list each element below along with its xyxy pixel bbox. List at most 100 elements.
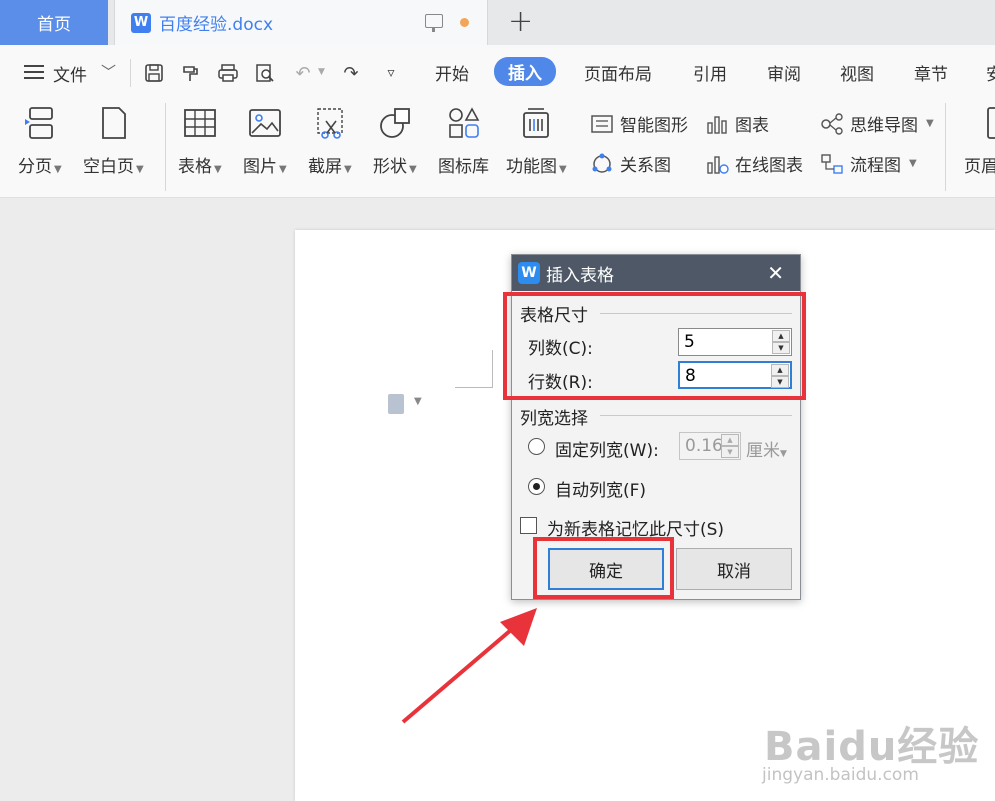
header-tool[interactable]: 页眉: [960, 105, 995, 177]
dialog-titlebar[interactable]: W 插入表格 ✕: [512, 255, 800, 291]
print-preview-icon[interactable]: [254, 62, 276, 84]
divider: [130, 59, 131, 87]
table-label: 表格: [178, 157, 212, 177]
page-break-tool[interactable]: 分页 ▼: [18, 105, 62, 177]
dialog-title: 插入表格: [546, 265, 614, 286]
tab-review[interactable]: 审阅: [767, 60, 801, 85]
customize-toolbar-icon[interactable]: ▿: [380, 62, 402, 84]
fixed-width-radio[interactable]: [528, 438, 545, 455]
monitor-icon[interactable]: [425, 14, 443, 32]
function-chart-label: 功能图: [506, 157, 557, 177]
picture-label: 图片: [243, 157, 277, 177]
relation-chart-tool[interactable]: 关系图: [590, 151, 671, 176]
tab-bar: 首页 W 百度经验.docx +: [0, 0, 995, 45]
redo-icon[interactable]: ↷: [340, 62, 362, 84]
smartart-icon: [591, 114, 613, 133]
barcode-icon: [506, 105, 567, 146]
dropdown-caret-icon: ▼: [559, 164, 567, 175]
blank-page-icon: [83, 105, 144, 146]
new-tab-button[interactable]: +: [508, 4, 533, 39]
close-icon[interactable]: ✕: [767, 261, 784, 285]
dropdown-caret-icon: ▼: [409, 164, 417, 175]
remember-size-checkbox[interactable]: [520, 517, 537, 534]
fixed-width-label: 固定列宽(W):: [555, 441, 659, 461]
dropdown-caret-icon: ▼: [54, 164, 62, 175]
page-break-label: 分页: [18, 157, 52, 177]
save-icon[interactable]: [143, 62, 165, 84]
flowchart-label: 流程图: [850, 156, 901, 176]
margin-corner-mark: [455, 350, 493, 388]
watermark-logo: Baidu经验: [764, 724, 980, 770]
divider: [945, 103, 946, 191]
menu-row: 文件 ﹀ ↶ ▼ ↷ ▿ 开始 插入 页面布局 引用 审阅 视图 章节 安: [0, 45, 995, 100]
unsaved-dot-icon: [460, 18, 469, 27]
online-chart-tool[interactable]: 在线图表: [705, 151, 803, 176]
shape-icon: [373, 105, 417, 146]
dropdown-caret-icon: ▼: [926, 118, 934, 129]
shape-label: 形状: [373, 157, 407, 177]
red-arrow-icon: [401, 608, 537, 724]
chevron-down-icon: ▼: [780, 449, 787, 459]
chart-tool[interactable]: 图表: [705, 111, 769, 136]
tab-home[interactable]: 首页: [0, 0, 108, 45]
undo-dropdown-icon[interactable]: ▼: [318, 67, 325, 77]
undo-icon[interactable]: ↶: [292, 62, 314, 84]
blank-page-label: 空白页: [83, 157, 134, 177]
dropdown-caret-icon: ▼: [909, 158, 917, 169]
auto-width-radio[interactable]: [528, 478, 545, 495]
unit-select[interactable]: 厘米▼: [746, 436, 787, 461]
smartart-tool[interactable]: 智能图形: [590, 111, 688, 136]
dropdown-caret-icon: ▼: [344, 164, 352, 175]
relation-chart-label: 关系图: [620, 156, 671, 176]
table-tool[interactable]: 表格 ▼: [178, 105, 222, 177]
paragraph-dropdown-icon[interactable]: ▼: [414, 396, 422, 407]
blank-page-tool[interactable]: 空白页 ▼: [83, 105, 144, 177]
file-menu[interactable]: 文件: [53, 61, 87, 86]
smartart-label: 智能图形: [620, 116, 688, 136]
tab-security[interactable]: 安: [986, 60, 995, 85]
dropdown-caret-icon: ▼: [214, 164, 222, 175]
picture-tool[interactable]: 图片 ▼: [243, 105, 287, 177]
hamburger-menu-icon[interactable]: [24, 65, 44, 79]
mindmap-tool[interactable]: 思维导图 ▼: [820, 111, 934, 136]
cancel-button[interactable]: 取消: [676, 548, 792, 590]
wps-writer-icon: W: [131, 12, 151, 33]
paragraph-icon[interactable]: [388, 394, 404, 414]
online-chart-icon: [707, 155, 729, 174]
relation-chart-icon: [592, 153, 612, 173]
flowchart-tool[interactable]: 流程图 ▼: [820, 151, 917, 176]
ribbon: 文件 ﹀ ↶ ▼ ↷ ▿ 开始 插入 页面布局 引用 审阅 视图 章节 安 分页…: [0, 45, 995, 198]
document-name: 百度经验.docx: [159, 15, 274, 35]
tab-insert[interactable]: 插入: [494, 57, 556, 86]
fixed-width-input[interactable]: [680, 433, 724, 459]
icon-library-icon: [438, 105, 489, 146]
tab-start[interactable]: 开始: [435, 60, 469, 85]
shape-tool[interactable]: 形状 ▼: [373, 105, 417, 177]
wps-writer-icon: W: [518, 262, 540, 284]
tab-references[interactable]: 引用: [693, 60, 727, 85]
chart-label: 图表: [735, 116, 769, 136]
spin-down-icon[interactable]: ▼: [721, 446, 739, 458]
watermark-url: jingyan.baidu.com: [762, 765, 919, 785]
tab-page-layout[interactable]: 页面布局: [584, 60, 652, 85]
divider: [165, 103, 166, 191]
mindmap-label: 思维导图: [850, 116, 918, 136]
function-chart-tool[interactable]: 功能图 ▼: [506, 105, 567, 177]
fixed-width-stepper[interactable]: ▲▼: [679, 432, 741, 460]
page-break-icon: [18, 105, 62, 146]
format-painter-icon[interactable]: [180, 62, 202, 84]
tab-view[interactable]: 视图: [840, 60, 874, 85]
screenshot-tool[interactable]: 截屏 ▼: [308, 105, 352, 177]
column-width-group-label: 列宽选择: [520, 409, 588, 429]
tab-document[interactable]: W 百度经验.docx: [114, 0, 488, 45]
icon-library-tool[interactable]: 图标库: [438, 105, 489, 177]
print-icon[interactable]: [217, 62, 239, 84]
spin-up-icon[interactable]: ▲: [721, 434, 739, 446]
online-chart-label: 在线图表: [735, 156, 803, 176]
group-divider: [600, 415, 792, 416]
screenshot-label: 截屏: [308, 157, 342, 177]
highlight-box-ok-button: [533, 537, 674, 599]
tab-chapter[interactable]: 章节: [914, 60, 948, 85]
mindmap-icon: [821, 112, 843, 135]
chevron-down-icon[interactable]: ﹀: [101, 61, 116, 82]
